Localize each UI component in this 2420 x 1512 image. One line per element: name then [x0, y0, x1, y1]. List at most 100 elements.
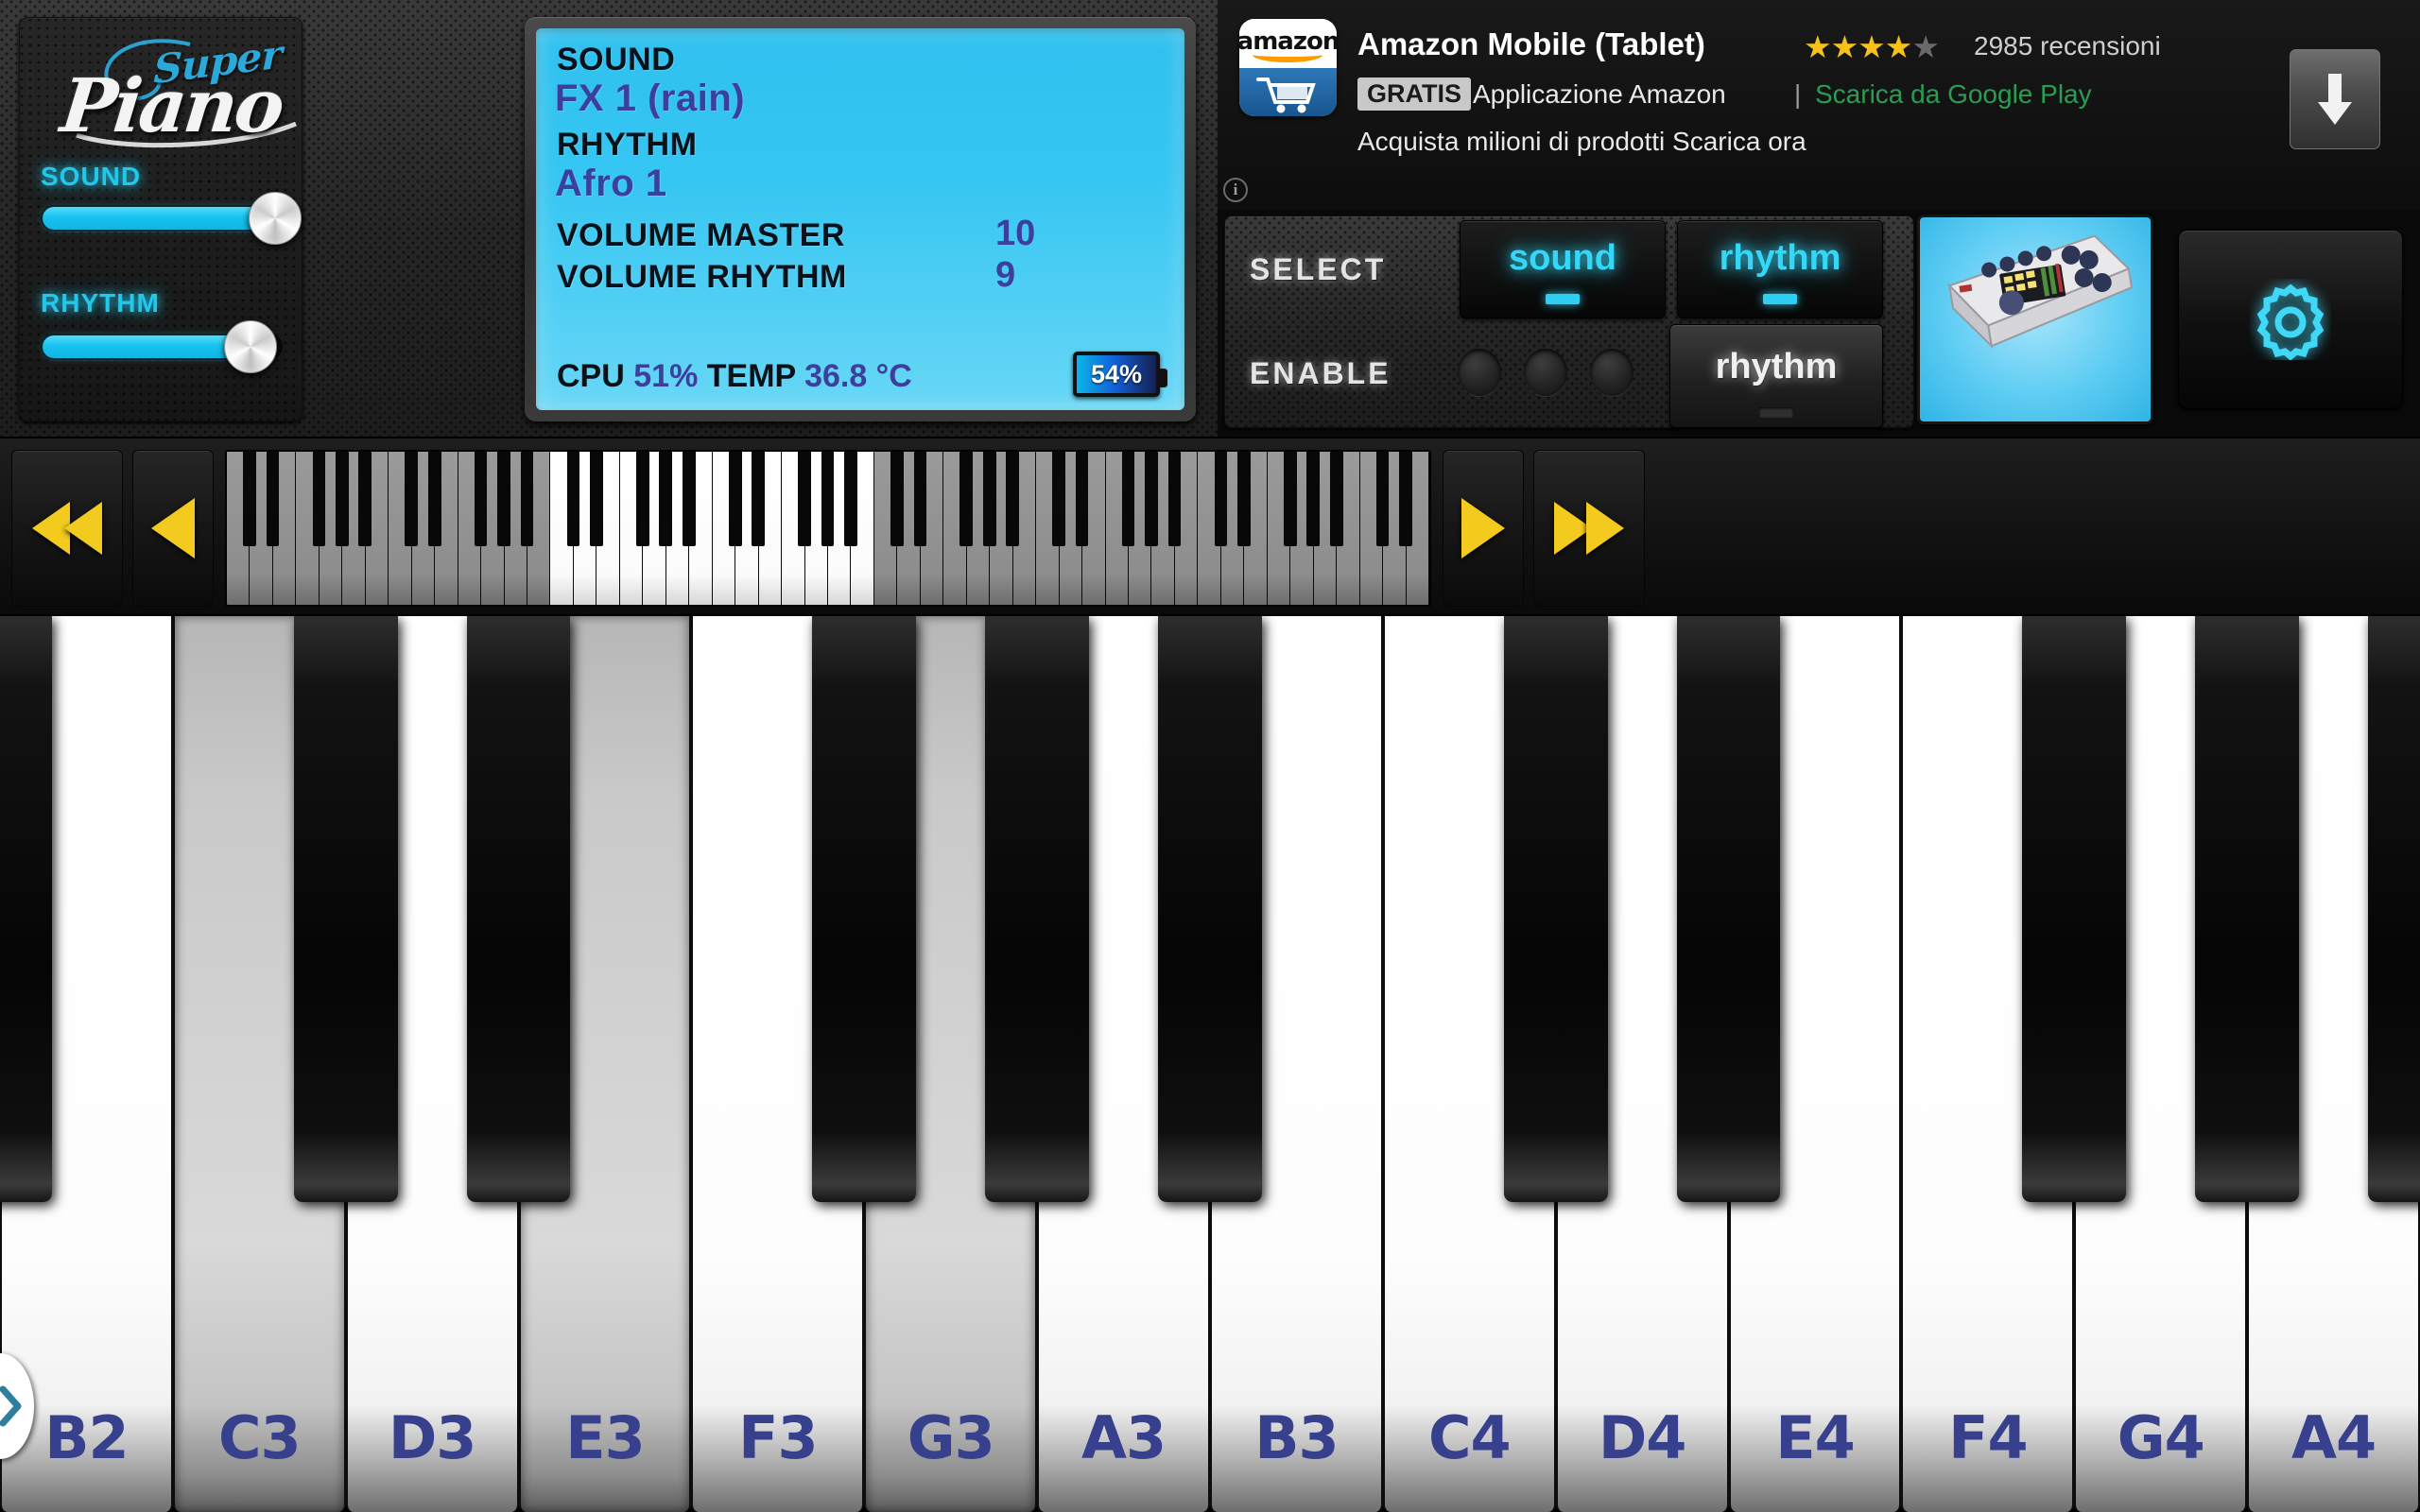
- advertisement-banner[interactable]: amazon Amazon Mobile (Tablet) ★★★★★ 2985…: [1218, 0, 2420, 210]
- mini-key-black: [1306, 452, 1321, 547]
- rhythm-slider-label: RHYTHM: [41, 288, 160, 318]
- star-empty-group: ★: [1911, 29, 1940, 64]
- mini-key-black: [682, 452, 696, 547]
- forward-double-right-icon: [1554, 502, 1624, 555]
- key-label-a4: A4: [2291, 1403, 2377, 1472]
- lcd-cpu-value: 51%: [633, 358, 699, 394]
- mini-key-black: [913, 452, 927, 547]
- mini-key-black: [982, 452, 996, 547]
- mini-key-black: [497, 452, 510, 547]
- gear-icon: [2256, 284, 2325, 360]
- mini-key-black: [959, 452, 974, 547]
- lcd-bezel: SOUND FX 1 (rain) RHYTHM Afro 1 VOLUME M…: [525, 17, 1196, 421]
- mini-key-black: [798, 452, 811, 547]
- select-label: SELECT: [1250, 252, 1387, 286]
- enable-led-1[interactable]: [1458, 349, 1501, 396]
- sound-slider-track[interactable]: [41, 205, 283, 232]
- enable-led-2[interactable]: [1524, 349, 1567, 396]
- piano-black-key-f3-sharp[interactable]: [812, 616, 917, 1202]
- key-label-c4: C4: [1427, 1403, 1512, 1472]
- select-rhythm-label: rhythm: [1719, 237, 1841, 278]
- mini-key-black: [1329, 452, 1343, 547]
- ad-review-count: 2985 recensioni: [1974, 31, 2161, 60]
- piano-black-key-c3-sharp[interactable]: [293, 616, 398, 1202]
- mini-key-black: [1145, 452, 1158, 547]
- ad-store-link[interactable]: Scarica da Google Play: [1815, 79, 2092, 110]
- super-piano-app: Super Piano SOUND RHYTHM SOUND FX 1 (rai…: [0, 0, 2420, 1512]
- star-filled-group: ★★★★: [1804, 29, 1912, 64]
- lcd-display[interactable]: SOUND FX 1 (rain) RHYTHM Afro 1 VOLUME M…: [536, 28, 1184, 410]
- mini-key-black: [1375, 452, 1390, 547]
- piano-black-key-g3-sharp[interactable]: [985, 616, 1089, 1202]
- nav-prev-step-button[interactable]: [132, 450, 214, 607]
- enable-led-3[interactable]: [1590, 349, 1634, 396]
- select-rhythm-button[interactable]: rhythm: [1677, 220, 1883, 318]
- midi-mixer-icon: [1947, 234, 2133, 349]
- key-label-g3: G3: [907, 1403, 995, 1472]
- mini-key-black: [1006, 452, 1020, 547]
- rhythm-slider-knob[interactable]: [224, 320, 277, 373]
- battery-percent-label: 54%: [1090, 359, 1143, 388]
- piano-black-key-d4-sharp[interactable]: [1676, 616, 1781, 1202]
- ad-info-icon[interactable]: i: [1223, 178, 1248, 202]
- mini-key-black: [335, 452, 349, 547]
- mini-key-black: [358, 452, 372, 547]
- key-label-f4: F4: [1948, 1403, 2028, 1472]
- amazon-icon-bottom: [1239, 67, 1337, 116]
- mini-key-black: [890, 452, 904, 547]
- rewind-double-left-icon: [32, 502, 102, 555]
- mini-key-black: [1214, 452, 1228, 547]
- key-label-e3: E3: [565, 1403, 645, 1472]
- lcd-sound-value: FX 1 (rain): [555, 77, 746, 119]
- mini-key-black: [635, 452, 649, 547]
- lcd-volume-master-label: VOLUME MASTER: [557, 217, 845, 253]
- mini-key-black: [659, 452, 673, 547]
- ad-download-button[interactable]: [2290, 49, 2380, 149]
- mini-key-black: [1167, 452, 1182, 547]
- piano-black-key-a3-sharp[interactable]: [1158, 616, 1262, 1202]
- mini-key-black: [1399, 452, 1412, 547]
- key-label-g4: G4: [2117, 1403, 2205, 1472]
- nav-next-page-button[interactable]: [1533, 450, 1645, 607]
- settings-button[interactable]: [2178, 230, 2403, 409]
- enable-rhythm-button[interactable]: rhythm: [1669, 324, 1883, 428]
- select-sound-active-indicator: [1546, 294, 1580, 304]
- piano-black-key-g4-sharp[interactable]: [2195, 616, 2299, 1202]
- nav-next-step-button[interactable]: [1443, 450, 1524, 607]
- forward-right-icon: [1461, 498, 1505, 558]
- enable-rhythm-indicator: [1759, 407, 1793, 418]
- lcd-volume-rhythm-value: 9: [995, 255, 1016, 295]
- mini-key-black: [266, 452, 280, 547]
- piano-black-key-a4-sharp[interactable]: [2368, 616, 2420, 1202]
- piano-black-key-d3-sharp[interactable]: [466, 616, 571, 1202]
- mini-key-black: [520, 452, 534, 547]
- ad-title: Amazon Mobile (Tablet): [1357, 26, 1705, 61]
- mini-key-black: [1052, 452, 1065, 547]
- piano-black-key-a2-sharp[interactable]: [0, 616, 52, 1202]
- nav-prev-page-button[interactable]: [11, 450, 123, 607]
- enable-label: ENABLE: [1250, 356, 1392, 390]
- lcd-sound-label: SOUND: [557, 42, 676, 77]
- battery-indicator: 54%: [1073, 352, 1167, 397]
- mini-key-black: [1121, 452, 1135, 547]
- piano-black-key-c4-sharp[interactable]: [1503, 616, 1608, 1202]
- select-sound-button[interactable]: sound: [1460, 220, 1666, 318]
- select-enable-panel: SELECT ENABLE sound rhythm rhythm: [1224, 215, 1914, 428]
- key-label-f3: F3: [738, 1403, 818, 1472]
- keyboard-navigation-bar: [0, 437, 2420, 1040]
- ad-free-badge: GRATIS: [1357, 77, 1471, 111]
- ad-separator: |: [1794, 79, 1802, 109]
- sound-slider-knob[interactable]: [249, 192, 302, 245]
- main-piano-keyboard[interactable]: B2 C3 D3 E3 F3 G3 A3 B3 C4 D4 E4 F4 G4 A4: [0, 616, 2420, 1512]
- download-arrow-icon: [2318, 74, 2352, 125]
- logo-and-sliders-panel: Super Piano SOUND RHYTHM: [19, 17, 302, 421]
- lcd-cpu-label: CPU: [557, 358, 625, 394]
- select-rhythm-active-indicator: [1763, 294, 1797, 304]
- midi-mixer-button[interactable]: [1917, 215, 2153, 424]
- piano-black-key-f4-sharp[interactable]: [2022, 616, 2127, 1202]
- key-label-c3: C3: [217, 1403, 302, 1472]
- key-label-e4: E4: [1775, 1403, 1855, 1472]
- mini-keyboard-overview[interactable]: [225, 450, 1431, 607]
- ad-description: Acquista milioni di prodotti Scarica ora: [1357, 127, 1806, 156]
- enable-rhythm-label: rhythm: [1715, 346, 1838, 387]
